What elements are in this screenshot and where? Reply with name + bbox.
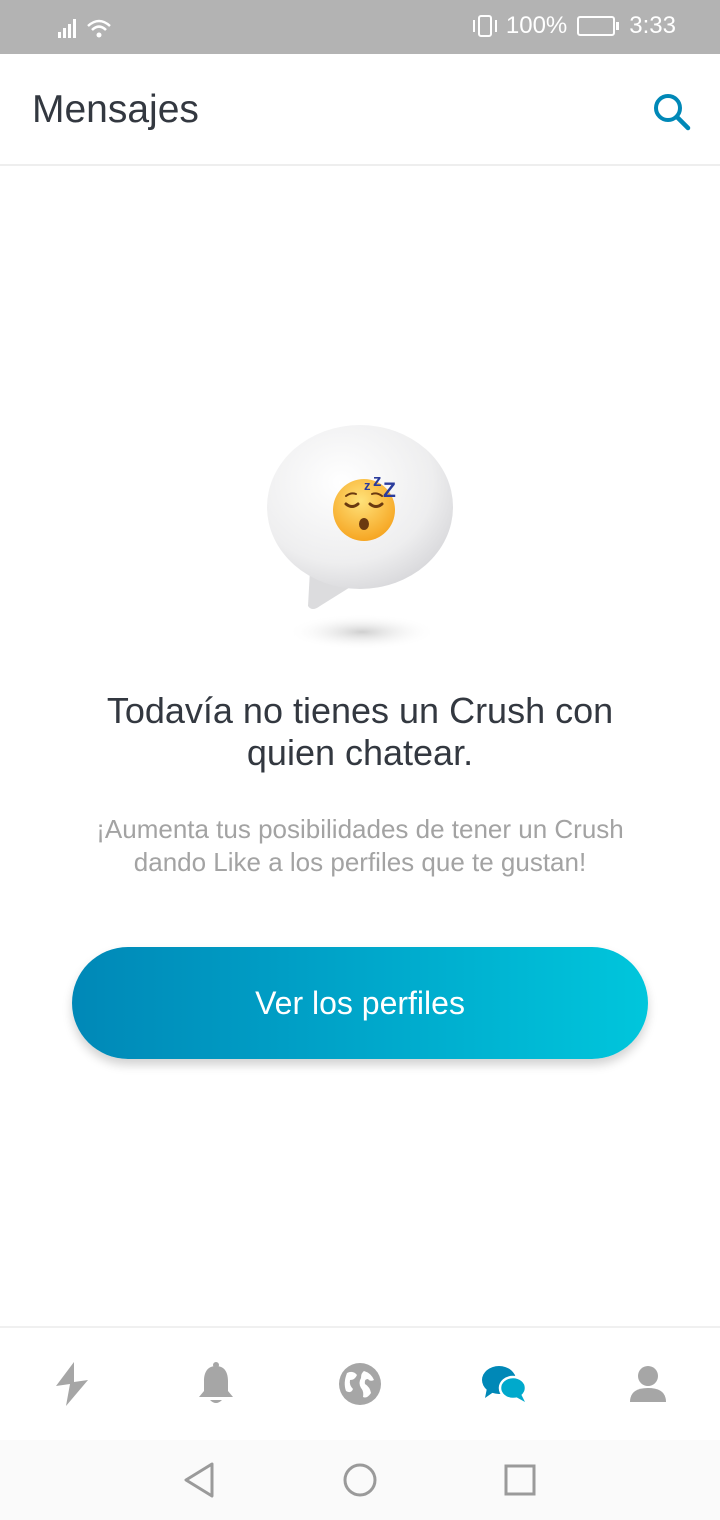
status-bar: 100% 3:33 [0, 0, 720, 54]
lightning-icon [56, 1362, 88, 1406]
app-header: Mensajes [0, 54, 720, 166]
home-icon[interactable] [338, 1458, 382, 1502]
empty-state-title-line1: Todavía no tienes un Crush con [106, 690, 614, 731]
system-navigation-bar [0, 1440, 720, 1520]
battery-icon [577, 16, 620, 36]
empty-state-subtitle: ¡Aumenta tus posibilidades de tener un C… [40, 813, 680, 879]
bell-icon [199, 1362, 233, 1403]
globe-icon [339, 1363, 381, 1405]
svg-text:Z: Z [383, 479, 396, 502]
sleeping-chat-bubble-illustration: z z Z [267, 425, 453, 650]
svg-text:z: z [373, 471, 382, 490]
bottom-nav [0, 1326, 720, 1440]
empty-state-title-line2: quien chatear. [246, 732, 474, 773]
status-right: 100% 3:33 [470, 12, 676, 40]
nav-item-notifications[interactable] [144, 1328, 288, 1440]
view-profiles-button[interactable]: Ver los perfiles [72, 947, 648, 1059]
chat-bubbles-icon [482, 1366, 527, 1402]
nav-item-profile[interactable] [576, 1328, 720, 1440]
empty-state-subtitle-line2: dando Like a los perfiles que te gustan! [133, 847, 587, 877]
signal-wifi-icon [58, 19, 111, 38]
page-title: Mensajes [32, 88, 199, 131]
search-icon[interactable] [650, 90, 694, 134]
vibrate-icon [472, 15, 497, 37]
battery-percent: 100% [505, 12, 568, 39]
back-icon[interactable] [178, 1458, 222, 1502]
empty-state-title: Todavía no tienes un Crush con quien cha… [60, 690, 660, 774]
nav-item-crushtime[interactable] [0, 1328, 144, 1440]
empty-state-subtitle-line1: ¡Aumenta tus posibilidades de tener un C… [96, 814, 624, 844]
clock: 3:33 [629, 12, 676, 39]
nav-item-messages[interactable] [432, 1328, 576, 1440]
profile-icon [630, 1366, 666, 1402]
svg-text:z: z [364, 478, 371, 493]
nav-item-explore[interactable] [288, 1328, 432, 1440]
recent-apps-icon[interactable] [498, 1458, 542, 1502]
